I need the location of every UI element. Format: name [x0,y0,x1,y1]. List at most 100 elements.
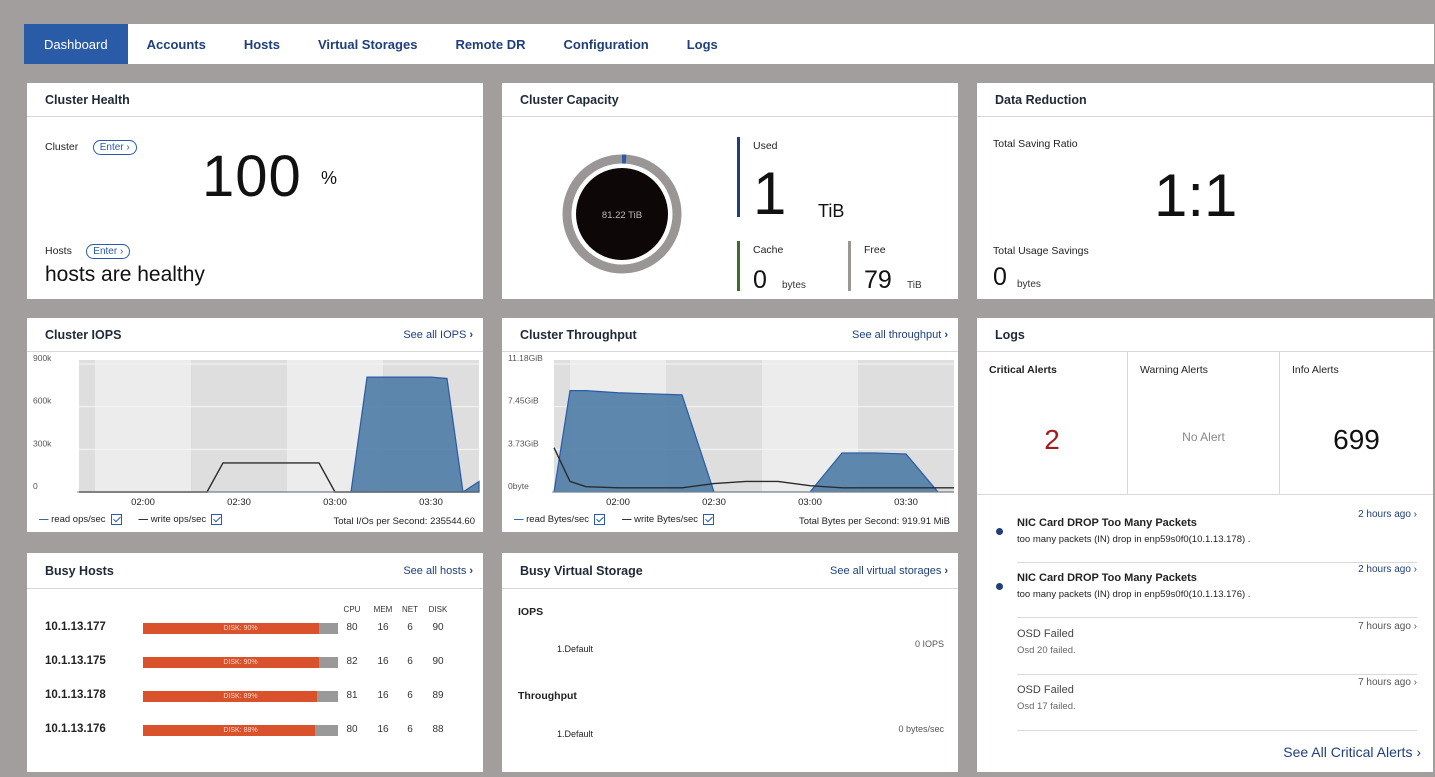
vs-iops-value: 0 IOPS [914,639,944,649]
write-checkbox[interactable] [211,514,223,525]
tab-logs[interactable]: Logs [668,24,737,64]
host-row[interactable]: 10.1.13.175 DISK: 90% 82 16 6 90 [45,653,483,673]
panel-header: Data Reduction [977,83,1433,117]
see-all-virtual-storages-link[interactable]: See all virtual storages › [830,565,948,577]
log-desc: Osd 17 failed. [1017,701,1076,712]
x-tick-label: 03:00 [798,497,822,508]
cluster-iops-panel: Cluster IOPS See all IOPS › 0 300k 600k 900k… [27,318,483,532]
host-cpu: 80 [346,724,358,735]
panel-header: Busy Virtual Storage See all virtual sto… [502,553,958,589]
see-all-iops-link[interactable]: See all IOPS › [403,329,473,341]
cluster-enter-button[interactable]: Enter › [92,140,137,155]
tab-accounts[interactable]: Accounts [128,24,225,64]
cluster-capacity-panel: Cluster Capacity 81.22 TiB Used 1 TiB Ca… [502,83,958,299]
host-cpu: 82 [346,656,358,667]
throughput-chart: 0byte 3.73GiB 7.45GiB 11.18GiB 02:00 02:30 03:… [502,352,954,508]
free-value: 79 [864,266,892,294]
read-checkbox[interactable] [593,514,605,525]
cache-unit: bytes [782,280,806,291]
log-item[interactable]: OSD Failed Osd 17 failed. 7 hours ago › [1017,675,1417,731]
panel-title: Logs [995,327,1025,342]
info-alerts-box[interactable]: Info Alerts 699 [1280,352,1433,495]
host-disk: 90 [432,622,444,633]
busy-virtual-storage-panel: Busy Virtual Storage See all virtual sto… [502,553,958,772]
chart-band [191,360,287,492]
used-value: 1 [753,160,787,227]
donut-label: 81.22 TiB [602,210,642,221]
usage-savings-label: Total Usage Savings [993,245,1089,257]
info-alerts-label: Info Alerts [1292,364,1339,376]
read-legend-swatch: — [39,514,49,525]
usage-savings-unit: bytes [1017,279,1041,290]
chevron-right-icon: › [944,564,948,577]
see-all-throughput-link[interactable]: See all throughput › [852,329,948,341]
see-all-throughput-label: See all throughput [852,328,942,341]
host-mem: 16 [377,724,389,735]
critical-alerts-label: Critical Alerts [989,364,1057,376]
hosts-enter-button[interactable]: Enter › [86,244,131,259]
unread-dot-icon [996,528,1003,535]
host-mem: 16 [377,690,389,701]
warning-alerts-box[interactable]: Warning Alerts No Alert [1128,352,1280,495]
see-all-critical-alerts-link[interactable]: See All Critical Alerts › [1283,744,1421,760]
legend-write-label: write Bytes/sec [634,514,699,525]
used-divider [737,137,740,217]
log-time: 7 hours ago › [1358,677,1417,688]
log-desc: Osd 20 failed. [1017,645,1076,656]
y-tick-label: 0 [33,481,38,491]
disk-usage-label: DISK: 88% [223,727,258,734]
col-net: NET [402,605,418,614]
see-all-hosts-link[interactable]: See all hosts › [403,565,473,577]
log-desc: too many packets (IN) drop in enp59s0f0(… [1017,534,1251,545]
host-mem: 16 [377,656,389,667]
host-row[interactable]: 10.1.13.178 DISK: 89% 81 16 6 89 [45,687,483,707]
chevron-right-icon: › [944,328,948,341]
tab-dashboard[interactable]: Dashboard [24,24,128,64]
host-net: 6 [407,724,413,735]
tab-virtual-storages[interactable]: Virtual Storages [299,24,436,64]
throughput-section-label: Throughput [518,690,577,702]
iops-chart: 0 300k 600k 900k 02:00 02:30 03:00 03:30 [27,352,480,508]
warning-alerts-label: Warning Alerts [1140,364,1208,376]
logs-panel: Logs Critical Alerts 2 Warning Alerts No… [977,318,1433,772]
log-item[interactable]: NIC Card DROP Too Many Packets too many … [1017,564,1417,618]
disk-usage-bar: DISK: 89% [143,691,338,702]
tab-configuration[interactable]: Configuration [545,24,668,64]
chart-band [79,360,95,492]
panel-header: Cluster Capacity [502,83,958,117]
log-item[interactable]: NIC Card DROP Too Many Packets too many … [1017,509,1417,563]
panel-title: Cluster IOPS [45,327,122,342]
vs-throughput-name[interactable]: 1.Default [557,729,593,739]
x-tick-label: 03:30 [894,497,918,508]
host-row[interactable]: 10.1.13.176 DISK: 88% 80 16 6 88 [45,721,483,741]
host-disk: 89 [432,690,444,701]
log-title: NIC Card DROP Too Many Packets [1017,572,1197,584]
vs-iops-name[interactable]: 1.Default [557,644,593,654]
log-item[interactable]: OSD Failed Osd 20 failed. 7 hours ago › [1017,619,1417,675]
host-cpu: 81 [346,690,358,701]
critical-alerts-box[interactable]: Critical Alerts 2 [977,352,1128,495]
info-alerts-count: 699 [1333,424,1380,455]
legend-read-label: read Bytes/sec [526,514,589,525]
panel-header: Cluster IOPS See all IOPS › [27,318,483,352]
tab-hosts[interactable]: Hosts [225,24,299,64]
see-all-iops-label: See all IOPS [403,328,467,341]
log-title: OSD Failed [1017,684,1074,696]
log-title: OSD Failed [1017,628,1074,640]
read-legend-swatch: — [514,514,524,525]
log-title: NIC Card DROP Too Many Packets [1017,517,1197,529]
col-mem: MEM [373,605,393,614]
legend-write-label: write ops/sec [150,514,207,525]
hosts-label: Hosts [45,245,72,257]
chart-gutter [27,352,79,494]
chart-band [95,360,191,492]
critical-alerts-count: 2 [1044,424,1060,455]
throughput-total: Total Bytes per Second: 919.91 MiB [798,516,950,527]
host-ip: 10.1.13.176 [45,723,106,735]
tab-remote-dr[interactable]: Remote DR [436,24,544,64]
host-row[interactable]: 10.1.13.177 DISK: 90% 80 16 6 90 [45,619,483,639]
see-all-hosts-label: See all hosts [403,564,467,577]
busy-hosts-panel: Busy Hosts See all hosts › CPU MEM NET DI… [27,553,483,772]
write-checkbox[interactable] [703,514,715,525]
read-checkbox[interactable] [110,514,122,525]
